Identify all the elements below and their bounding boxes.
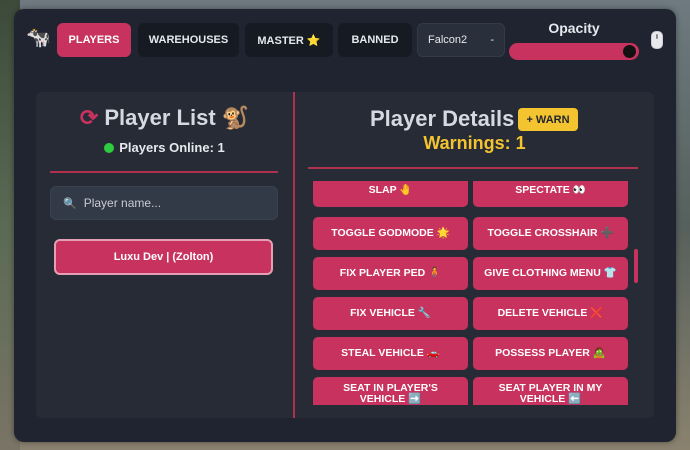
players-online-text: Players Online: 1	[119, 140, 225, 155]
toggle-godmode-button[interactable]: TOGGLE GODMODE 🌟	[313, 217, 468, 250]
player-search-input[interactable]	[81, 195, 266, 211]
monkey-icon: 🐒	[221, 105, 250, 130]
player-list-title-text: Player List	[104, 105, 216, 130]
left-divider	[50, 171, 278, 173]
player-search: 🔍	[50, 186, 278, 220]
give-clothing-menu-button[interactable]: GIVE CLOTHING MENU 👕	[473, 257, 628, 290]
opacity-label: Opacity	[548, 20, 600, 36]
refresh-icon[interactable]: ⟳	[80, 105, 98, 130]
steal-vehicle-button[interactable]: STEAL VEHICLE 🚗	[313, 337, 468, 370]
cow-logo-icon: 🐄	[26, 27, 51, 49]
possess-player-button[interactable]: POSSESS PLAYER 🧟	[473, 337, 628, 370]
fix-player-ped-button[interactable]: FIX PLAYER PED 🧍	[313, 257, 468, 290]
warnings-value: 1	[515, 133, 526, 153]
player-list-item[interactable]: Luxu Dev | (Zolton)	[54, 239, 273, 275]
opacity-slider-thumb[interactable]	[623, 45, 636, 58]
warnings-label: Warnings:	[423, 133, 511, 153]
tab-warehouses[interactable]: WAREHOUSES	[138, 23, 239, 57]
warn-button[interactable]: + WARN	[518, 108, 578, 131]
tab-master[interactable]: MASTER ⭐	[245, 23, 333, 57]
chevron-down-icon: -	[490, 34, 494, 46]
tab-players[interactable]: PLAYERS	[57, 23, 131, 57]
delete-vehicle-button[interactable]: DELETE VEHICLE ❌	[473, 297, 628, 330]
server-select-value: Falcon2	[428, 34, 468, 46]
spectate-button[interactable]: SPECTATE 👀	[473, 181, 628, 207]
fix-vehicle-button[interactable]: FIX VEHICLE 🔧	[313, 297, 468, 330]
player-list-title: ⟳ Player List 🐒	[36, 105, 293, 131]
player-details-title: Player Details	[370, 106, 515, 131]
right-divider	[308, 167, 638, 169]
seat-player-in-my-vehicle-button[interactable]: SEAT PLAYER IN MY VEHICLE ⬅️	[473, 377, 628, 405]
opacity-slider[interactable]	[509, 43, 639, 60]
mouse-icon[interactable]	[651, 31, 663, 49]
toggle-crosshair-button[interactable]: TOGGLE CROSSHAIR ➕	[473, 217, 628, 250]
actions-scrollbar[interactable]	[634, 249, 638, 283]
server-select[interactable]: Falcon2 -	[417, 23, 505, 57]
players-online: Players Online: 1	[36, 140, 293, 155]
seat-in-players-vehicle-button[interactable]: SEAT IN PLAYER'S VEHICLE ➡️	[313, 377, 468, 405]
online-status-dot	[104, 143, 115, 153]
slap-button[interactable]: SLAP 🤚	[313, 181, 468, 207]
tab-banned[interactable]: BANNED	[338, 23, 412, 57]
actions-grid: SLAP 🤚 SPECTATE 👀 TOGGLE GODMODE 🌟 TOGGL…	[308, 181, 638, 405]
search-icon: 🔍	[63, 197, 77, 210]
panel-divider	[293, 92, 295, 418]
warnings-count: Warnings: 1	[308, 133, 641, 154]
